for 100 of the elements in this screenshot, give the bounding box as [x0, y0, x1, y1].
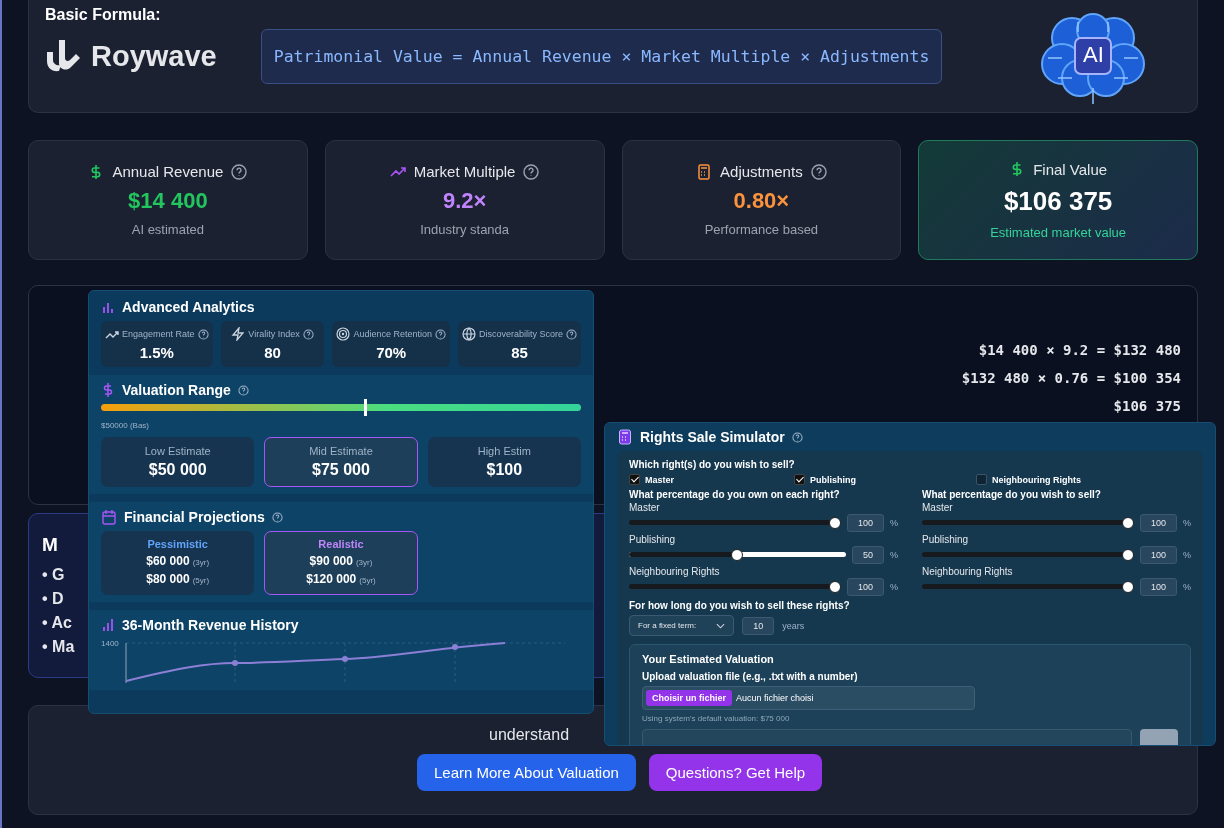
slider-track[interactable] — [629, 516, 841, 530]
panel-title: Advanced Analytics — [122, 299, 255, 315]
metric-label: Adjustments — [720, 163, 803, 180]
calculator-icon — [696, 163, 713, 180]
checkbox[interactable] — [629, 474, 640, 485]
percent-input[interactable]: 100 — [846, 514, 884, 532]
percent-input[interactable]: 100 — [846, 578, 884, 596]
slider-thumb[interactable] — [731, 549, 744, 561]
globe-icon — [461, 327, 476, 341]
methodology-item: • Ma — [42, 638, 75, 656]
methodology-heading: M — [42, 534, 58, 556]
projection-period: (3yr) — [192, 558, 210, 567]
question-label: What percentage do you wish to sell? — [922, 489, 1101, 500]
help-icon[interactable] — [302, 328, 314, 340]
metric-note: Industry standa — [420, 222, 510, 237]
projection-value: $60 000 — [146, 554, 190, 568]
slider-label: Publishing — [922, 534, 969, 545]
slider-thumb[interactable] — [828, 517, 841, 529]
formula-box: Patrimonial Value = Annual Revenue × Market Multiple × Adjustments — [260, 28, 943, 84]
estimate-card[interactable]: Mid Estimate $75 000 — [264, 437, 418, 487]
help-icon[interactable] — [271, 511, 283, 523]
percent-input[interactable]: 50 — [851, 546, 884, 564]
checkbox[interactable] — [794, 474, 805, 485]
checkbox-label: Master — [645, 474, 674, 485]
slider-track[interactable] — [629, 548, 846, 562]
help-icon[interactable] — [237, 384, 249, 396]
estimate-value: $100 — [486, 461, 523, 479]
slider-label: Master — [922, 502, 953, 513]
scenario-card[interactable]: Pessimistic $60 000 (3yr) $80 000 (5yr) — [101, 531, 255, 595]
analytics-label: Virality Index — [248, 329, 300, 339]
slider-thumb[interactable] — [1121, 549, 1134, 561]
help-icon[interactable] — [566, 328, 577, 340]
calculation-line: $14 400 × 9.2 = $132 480 — [978, 342, 1181, 358]
projection-value: $120 000 — [306, 572, 357, 586]
slider-thumb[interactable] — [1121, 581, 1134, 593]
metric-note: Estimated market value — [990, 224, 1127, 240]
estimate-card[interactable]: Low Estimate $50 000 — [101, 437, 255, 487]
projection-period: (3yr) — [355, 558, 373, 567]
file-input[interactable]: Choisir un fichier Aucun fichier choisi — [642, 686, 975, 710]
section-title: Valuation Range — [122, 382, 231, 398]
analytics-value: 80 — [264, 344, 281, 361]
help-icon[interactable] — [791, 431, 803, 443]
metric-note: AI estimated — [131, 222, 204, 237]
metric-note: Performance based — [704, 222, 819, 237]
scenario-card[interactable]: Realistic $90 000 (3yr) $120 000 (5yr) — [264, 531, 418, 595]
analytics-value: 70% — [376, 344, 407, 361]
slider-thumb[interactable] — [828, 581, 841, 593]
help-icon[interactable] — [810, 163, 827, 180]
file-status: Aucun fichier choisi — [736, 693, 814, 703]
metric-label: Final Value — [1033, 160, 1108, 178]
help-icon[interactable] — [434, 328, 446, 340]
percent-input[interactable]: 100 — [1139, 514, 1177, 532]
data-point — [451, 644, 458, 650]
slider-track[interactable] — [629, 580, 841, 594]
calculator-icon — [617, 429, 633, 445]
estimate-card[interactable]: High Estim $100 — [427, 437, 581, 487]
ai-label: AI — [1081, 42, 1105, 68]
metric-value: 0.80× — [733, 188, 790, 214]
term-select[interactable]: For a fixed term: — [629, 615, 735, 636]
metric-value: 9.2× — [442, 188, 487, 214]
data-point — [341, 656, 348, 662]
bar-chart-icon — [101, 300, 115, 314]
scenario-label: Pessimistic — [147, 538, 208, 550]
years-input[interactable]: 10 — [742, 616, 775, 635]
axis-label: 1400 — [101, 639, 119, 648]
learn-more-button[interactable]: Learn More About Valuation — [417, 754, 636, 791]
estimate-value: $50 000 — [148, 461, 207, 479]
help-icon[interactable] — [523, 163, 540, 180]
methodology-item: • G — [42, 566, 65, 584]
percent-input[interactable]: 100 — [1139, 546, 1177, 564]
slider-thumb[interactable] — [1121, 517, 1134, 529]
projection-period: (5yr) — [192, 576, 210, 585]
unit-label: % — [1183, 582, 1191, 592]
slider-label: Master — [629, 502, 660, 513]
metric-label: Annual Revenue — [112, 163, 224, 180]
help-icon[interactable] — [231, 163, 248, 180]
slider-track[interactable] — [922, 516, 1134, 530]
axis-line — [125, 642, 127, 683]
percent-input[interactable]: 100 — [1139, 578, 1177, 596]
methodology-item: • D — [42, 590, 64, 608]
checkbox[interactable] — [976, 474, 987, 485]
calendar-icon — [101, 509, 117, 525]
help-button[interactable]: Questions? Get Help — [648, 754, 823, 791]
estimate-label: Mid Estimate — [309, 445, 373, 457]
data-point — [231, 660, 238, 666]
choose-file-button[interactable]: Choisir un fichier — [646, 690, 732, 706]
upload-label: Upload valuation file (e.g., .txt with a number) — [642, 671, 858, 682]
lightning-icon — [231, 327, 246, 341]
analytics-value: 85 — [511, 344, 528, 361]
caret-icon — [716, 622, 726, 629]
slider-label: Publishing — [629, 534, 676, 545]
slider-track[interactable] — [922, 580, 1134, 594]
slider-track[interactable] — [922, 548, 1134, 562]
checkbox-label: Publishing — [810, 474, 856, 485]
analytics-label: Engagement Rate — [122, 329, 195, 339]
valuation-title: Your Estimated Valuation — [642, 653, 774, 665]
question-label: What percentage do you own on each right? — [629, 489, 840, 500]
projection-period: (5yr) — [359, 576, 376, 585]
logo-text: Roywave — [91, 39, 217, 73]
help-icon[interactable] — [197, 328, 209, 340]
